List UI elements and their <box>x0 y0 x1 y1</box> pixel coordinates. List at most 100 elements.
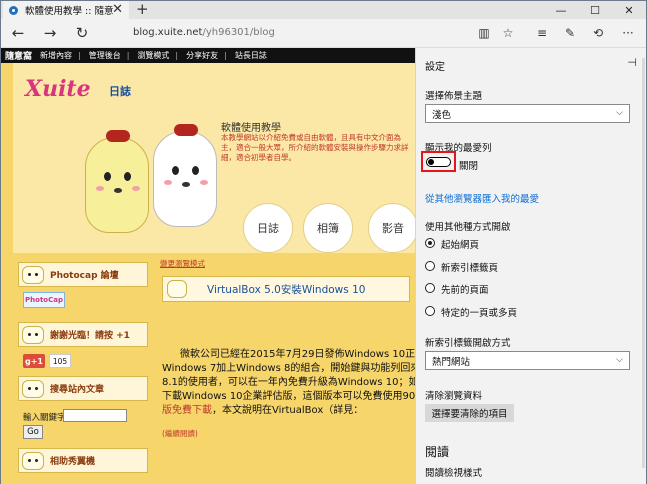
dog-badge-icon <box>22 325 44 344</box>
minimize-button[interactable]: — <box>544 1 578 19</box>
theme-label: 選擇佈景主題 <box>425 91 483 102</box>
site-logo[interactable]: 隨意窩 <box>5 49 32 62</box>
tab-bar: 軟體使用教學 :: 隨意窩 ✕ + — ☐ ✕ <box>1 1 646 19</box>
choose-what-to-clear-button[interactable]: 選擇要清除的項目 <box>425 404 514 422</box>
new-tab-button[interactable]: + <box>136 1 149 18</box>
radio-previous-pages[interactable] <box>425 283 435 293</box>
reading-heading: 閱讀 <box>425 445 450 459</box>
google-plus-count: 105 <box>49 354 71 368</box>
post-line: 版免費下載，本文說明在VirtualBox（詳見： <box>162 404 415 418</box>
forward-icon[interactable]: → <box>39 23 61 43</box>
new-tab-value: 熱門網站 <box>432 356 471 368</box>
search-label: 輸入關鍵字 <box>23 413 66 423</box>
post-body: 微軟公司已經在2015年7月29日發佈Windows 10正式 Windows … <box>162 348 415 418</box>
close-tab-icon[interactable]: ✕ <box>112 2 123 18</box>
toggle-knob <box>428 158 434 165</box>
radio-specific-pages[interactable] <box>425 306 435 316</box>
post-line: 微軟公司已經在2015年7月29日發佈Windows 10正式 <box>180 349 415 360</box>
radio-label-start-page[interactable]: 起始網頁 <box>441 237 479 251</box>
photocap-logo[interactable]: PhotoCap <box>23 292 65 308</box>
address-domain: blog.xuite.net <box>133 27 203 38</box>
web-note-icon[interactable]: ✎ <box>561 25 579 41</box>
search-input[interactable] <box>63 409 127 422</box>
share-icon[interactable]: ⟲ <box>589 25 607 41</box>
hub-icon[interactable]: ≡ <box>533 25 551 41</box>
tab-title: 軟體使用教學 :: 隨意窩 <box>25 6 113 17</box>
mascot-dogs-illustration <box>85 121 235 241</box>
widget-label: Photocap 論壇 <box>50 271 119 281</box>
post-title[interactable]: VirtualBox 5.0安裝Windows 10 <box>207 282 365 297</box>
refresh-icon[interactable]: ↻ <box>71 23 93 43</box>
nav-circle-video[interactable]: 影音 <box>368 203 415 253</box>
window-controls: — ☐ ✕ <box>544 1 646 19</box>
theme-select[interactable]: 淺色 ⌵ <box>425 104 630 123</box>
pin-icon[interactable]: ⊣ <box>627 56 637 69</box>
xuite-brand-logo[interactable]: Xuite <box>25 76 91 102</box>
widget-photocap-forum[interactable]: Photocap 論壇 <box>18 262 148 287</box>
radio-label-specific-pages[interactable]: 特定的一頁或多頁 <box>441 305 517 319</box>
close-window-button[interactable]: ✕ <box>612 1 646 19</box>
white-dog-icon <box>153 124 217 227</box>
widget-label: 謝謝光臨！請按 +1 <box>50 331 130 341</box>
import-favorites-link[interactable]: 從其他瀏覽器匯入我的最愛 <box>425 191 539 205</box>
nav-circle-blog[interactable]: 日誌 <box>243 203 293 253</box>
xuite-favicon-icon <box>9 5 18 15</box>
maximize-button[interactable]: ☐ <box>578 1 612 19</box>
settings-title: 設定 <box>425 62 445 73</box>
yellow-dog-icon <box>85 130 149 233</box>
reading-view-style-label: 閱讀檢視樣式 <box>425 468 483 479</box>
radio-label-previous-pages[interactable]: 先前的頁面 <box>441 282 489 296</box>
top-link-new[interactable]: 新增內容 <box>40 50 72 61</box>
favorite-star-icon[interactable]: ☆ <box>499 25 517 41</box>
widget-label: 相助秀翼機 <box>50 457 96 467</box>
switch-browse-mode-link[interactable]: 變更瀏覽模式 <box>160 258 205 269</box>
favorites-bar-toggle[interactable] <box>426 157 451 167</box>
favorites-bar-state: 關閉 <box>459 161 479 172</box>
web-page: 隨意窩 新增內容 | 管理後台 | 瀏覽模式 | 分享好友 | 站長日誌 Xui… <box>1 48 415 484</box>
settings-panel: 設定 ⊣ 選擇佈景主題 淺色 ⌵ 顯示我的最愛列 關閉 從其他瀏覽器匯入我的最愛… <box>415 48 646 484</box>
new-tab-select[interactable]: 熱門網站 ⌵ <box>425 351 630 370</box>
post-line: 8.1的使用者，可以在一年內免費升級為Windows 10；如 <box>162 377 415 388</box>
reading-view-icon[interactable]: ▥ <box>475 25 493 41</box>
radio-new-tab-page[interactable] <box>425 261 435 271</box>
dog-badge-icon <box>22 265 44 284</box>
dog-badge-icon <box>22 379 44 398</box>
highlight-box <box>421 151 456 172</box>
back-icon[interactable]: ← <box>7 23 29 43</box>
radio-start-page[interactable] <box>425 238 435 248</box>
browser-tab[interactable]: 軟體使用教學 :: 隨意窩 ✕ <box>3 1 129 19</box>
new-tab-label: 新索引標籤開啟方式 <box>425 338 511 349</box>
widget-thanks[interactable]: 謝謝光臨！請按 +1 <box>18 322 148 347</box>
radio-label-new-tab-page[interactable]: 新索引標籤頁 <box>441 260 498 274</box>
xuite-brand-sub: 日誌 <box>109 85 131 98</box>
dog-badge-icon <box>22 451 44 470</box>
blog-description: 本教學網站以介紹免費或自由軟體，且具有中文介面為主，適合一般大眾，所介紹的軟體安… <box>221 133 409 162</box>
post-title-box[interactable]: VirtualBox 5.0安裝Windows 10 <box>162 276 410 302</box>
address-path: /yh96301/blog <box>202 27 275 38</box>
widget-friends[interactable]: 相助秀翼機 <box>18 448 148 473</box>
chevron-down-icon: ⌵ <box>616 355 623 365</box>
top-link-share[interactable]: 分享好友 <box>186 50 218 61</box>
top-link-admin[interactable]: 管理後台 <box>89 50 121 61</box>
nav-circle-album[interactable]: 相簿 <box>303 203 353 253</box>
open-with-label: 使用其他種方式開啟 <box>425 222 511 233</box>
more-icon[interactable]: ··· <box>619 25 637 41</box>
blog-banner: Xuite 日誌 軟體使用教學 本教學網站以介紹免費或自由軟體，且具有中文介面為… <box>13 63 415 253</box>
clear-data-label: 清除瀏覽資料 <box>425 391 483 402</box>
dog-badge-icon <box>167 280 187 298</box>
continue-reading-link[interactable]: (繼續閱讀) <box>162 428 198 439</box>
widget-label: 搜尋站內文章 <box>50 385 105 395</box>
settings-scrollbar[interactable] <box>642 58 645 468</box>
search-go-button[interactable]: Go <box>23 425 43 439</box>
google-plus-one-button[interactable]: g+1 <box>23 354 45 368</box>
post-line: 下載Windows 10企業評估版，這個版本可以免費使用90天 <box>162 391 415 402</box>
navigation-bar: ← → ↻ blog.xuite.net/yh96301/blog ▥ ☆ ≡ … <box>1 19 646 48</box>
free-download-link[interactable]: 版免費下載 <box>162 405 212 416</box>
browser-window: 軟體使用教學 :: 隨意窩 ✕ + — ☐ ✕ ← → ↻ blog.xuite… <box>0 0 647 484</box>
top-link-browse-mode[interactable]: 瀏覽模式 <box>137 50 169 61</box>
post-line-rest: ，本文說明在VirtualBox（詳見： <box>212 405 364 416</box>
site-top-bar: 隨意窩 新增內容 | 管理後台 | 瀏覽模式 | 分享好友 | 站長日誌 <box>1 48 415 63</box>
top-link-site-log[interactable]: 站長日誌 <box>235 50 267 61</box>
address-bar[interactable]: blog.xuite.net/yh96301/blog <box>133 27 275 38</box>
theme-value: 淺色 <box>432 109 452 121</box>
